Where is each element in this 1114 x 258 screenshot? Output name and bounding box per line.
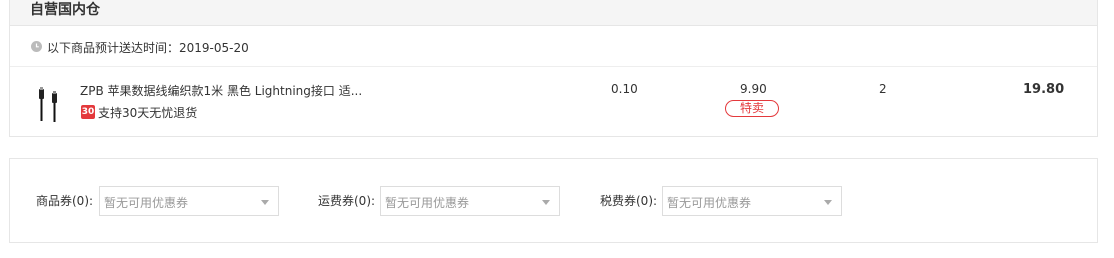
order-block: 自营国内仓 以下商品预计送达时间：2019-05-20 ZPB 苹果数据线编织款… [9,0,1098,137]
chevron-down-icon [261,200,269,205]
return-policy-text: 支持30天无忧退货 [98,106,198,120]
warehouse-header: 自营国内仓 [10,0,1097,26]
shipping-coupon-label: 运费券(0): [318,194,376,208]
delivery-info-row: 以下商品预计送达时间：2019-05-20 [10,26,1097,67]
special-sale-tag: 特卖 [725,100,779,117]
product-row: ZPB 苹果数据线编织款1米 黑色 Lightning接口 适... 30 支持… [10,67,1097,137]
product-coupon-label: 商品券(0): [36,194,94,208]
tax-coupon-placeholder: 暂无可用优惠券 [667,196,752,210]
shipping-coupon-placeholder: 暂无可用优惠券 [385,196,470,210]
coupon-section: 商品券(0): 暂无可用优惠券 运费券(0): 暂无可用优惠券 税费券(0): … [9,158,1098,243]
return-30-badge: 30 [81,105,95,119]
product-quantity: 2 [879,82,887,96]
usb-cable-image[interactable] [36,87,62,123]
product-coupon-placeholder: 暂无可用优惠券 [104,196,189,210]
tax-coupon-select[interactable]: 暂无可用优惠券 [662,186,842,216]
product-weight: 0.10 [611,82,638,96]
clock-icon [31,41,42,52]
delivery-time-text: 以下商品预计送达时间：2019-05-20 [47,41,249,55]
shipping-coupon-select[interactable]: 暂无可用优惠券 [380,186,560,216]
chevron-down-icon [542,200,550,205]
product-coupon-select[interactable]: 暂无可用优惠券 [99,186,279,216]
chevron-down-icon [824,200,832,205]
product-subtotal: 19.80 [1023,82,1065,97]
warehouse-title: 自营国内仓 [30,2,100,18]
product-price: 9.90 [740,82,767,96]
product-name-link[interactable]: ZPB 苹果数据线编织款1米 黑色 Lightning接口 适... [80,82,370,99]
tax-coupon-label: 税费券(0): [600,194,658,208]
